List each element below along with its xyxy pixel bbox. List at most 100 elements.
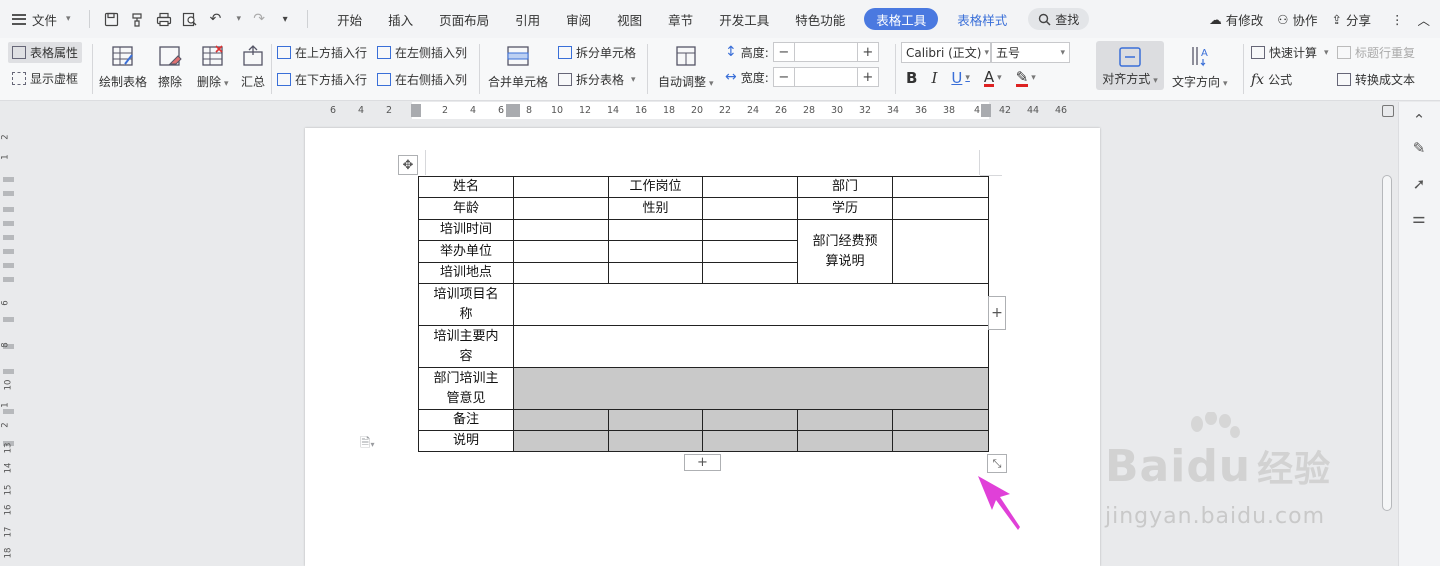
table-cell[interactable]: 说明	[418, 430, 514, 452]
table-cell[interactable]: 举办单位	[418, 240, 514, 263]
table-cell[interactable]: 部门经费预算说明	[797, 219, 893, 284]
table-move-handle[interactable]: ✥	[398, 155, 418, 175]
tab-page-layout[interactable]: 页面布局	[426, 0, 502, 38]
font-name-select[interactable]: Calibri (正文) ▾	[901, 42, 991, 63]
insert-below-button[interactable]: 在下方插入行	[277, 71, 367, 88]
table-cell[interactable]: 姓名	[418, 176, 514, 198]
table-cell[interactable]: 部门培训主管意见	[418, 367, 514, 410]
delete-button[interactable]: 删除 ▾	[197, 44, 229, 90]
print-preview-icon[interactable]	[182, 11, 198, 27]
tab-insert[interactable]: 插入	[375, 0, 426, 38]
table-cell-selected[interactable]	[892, 430, 989, 452]
table-cell[interactable]: 培训时间	[418, 219, 514, 241]
table-cell-selected[interactable]	[702, 430, 798, 452]
add-column-button[interactable]: +	[988, 296, 1006, 330]
table-cell-selected[interactable]	[892, 409, 989, 431]
height-increase-button[interactable]: +	[856, 42, 879, 62]
tab-home[interactable]: 开始	[324, 0, 375, 38]
erase-button[interactable]: 擦除	[158, 44, 182, 90]
repeat-header-button[interactable]: 标题行重复	[1337, 44, 1415, 61]
table-cell-selected[interactable]	[608, 430, 703, 452]
font-size-select[interactable]: 五号 ▾	[991, 42, 1070, 63]
table-cell-selected[interactable]	[797, 430, 893, 452]
table-cell[interactable]: 备注	[418, 409, 514, 431]
table-cell[interactable]	[513, 197, 609, 220]
split-table-button[interactable]: 拆分表格 ▾	[558, 71, 636, 88]
table-cell-selected[interactable]	[608, 409, 703, 431]
collapse-ribbon-icon[interactable]: ︿	[1417, 10, 1430, 29]
table-props-button[interactable]: 表格属性	[8, 42, 83, 63]
show-gridlines-button[interactable]: 显示虚框	[12, 70, 78, 87]
table-cell[interactable]	[702, 176, 798, 198]
table-cell[interactable]: 培训项目名称	[418, 283, 514, 326]
customize-toolbar-icon[interactable]: ▾	[277, 11, 293, 27]
redo-icon[interactable]: ↷	[251, 11, 267, 27]
table-cell[interactable]: 部门	[797, 176, 893, 198]
width-decrease-button[interactable]: −	[772, 67, 795, 87]
table-cell[interactable]	[702, 219, 798, 241]
table-cell[interactable]	[892, 176, 989, 198]
highlight-button[interactable]: ✎ ▾	[1015, 69, 1036, 87]
table-cell[interactable]	[608, 262, 703, 284]
table-cell[interactable]: 性别	[608, 197, 703, 220]
modified-button[interactable]: ☁ 有修改	[1209, 10, 1263, 29]
auto-fit-button[interactable]: 自动调整 ▾	[658, 44, 714, 90]
height-decrease-button[interactable]: −	[772, 42, 795, 62]
table-cell[interactable]	[608, 219, 703, 241]
ruler-right-margin-marker[interactable]	[981, 104, 991, 117]
height-input[interactable]	[794, 42, 857, 62]
file-menu[interactable]: 文件 ▾	[0, 0, 81, 38]
search-button[interactable]: 查找	[1028, 8, 1090, 30]
table-cell[interactable]: 年龄	[418, 197, 514, 220]
paragraph-icon[interactable]: 🗎▾	[360, 434, 374, 456]
draw-table-button[interactable]: 绘制表格	[99, 44, 147, 90]
table-cell[interactable]	[513, 176, 609, 198]
table-cell[interactable]	[513, 219, 609, 241]
quick-calc-button[interactable]: 快速计算 ▾	[1251, 44, 1329, 61]
settings-sliders-icon[interactable]: ⚌	[1409, 208, 1429, 228]
align-button[interactable]: 对齐方式 ▾	[1096, 41, 1164, 90]
to-text-button[interactable]: 转换成文本	[1337, 71, 1415, 88]
split-cells-button[interactable]: 拆分单元格	[558, 44, 636, 61]
table-cell[interactable]	[513, 325, 989, 368]
cursor-icon[interactable]: ➚	[1409, 174, 1429, 194]
tab-table-style[interactable]: 表格样式	[944, 0, 1020, 38]
table-cell[interactable]: 学历	[797, 197, 893, 220]
scrollbar-thumb[interactable]	[1382, 175, 1392, 511]
merge-cells-button[interactable]: 合并单元格	[488, 44, 548, 90]
insert-right-button[interactable]: 在右侧插入列	[377, 71, 467, 88]
text-direction-button[interactable]: A 文字方向 ▾	[1172, 44, 1228, 90]
save-icon[interactable]	[104, 11, 120, 27]
table-cell[interactable]	[702, 262, 798, 284]
insert-above-button[interactable]: 在上方插入行	[277, 44, 367, 61]
share-button[interactable]: ⇪ 分享	[1331, 10, 1371, 29]
tab-view[interactable]: 视图	[604, 0, 655, 38]
collab-button[interactable]: ⚇ 协作	[1277, 10, 1317, 29]
summary-button[interactable]: 汇总	[241, 44, 265, 90]
width-increase-button[interactable]: +	[856, 67, 879, 87]
table-cell-selected[interactable]	[513, 430, 609, 452]
table-cell-selected[interactable]	[702, 409, 798, 431]
format-painter-icon[interactable]	[130, 11, 146, 27]
table-cell-selected[interactable]	[513, 409, 609, 431]
width-input[interactable]	[794, 67, 857, 87]
table-cell[interactable]	[892, 219, 989, 284]
table-cell[interactable]: 培训主要内容	[418, 325, 514, 368]
tab-developer[interactable]: 开发工具	[706, 0, 782, 38]
table-cell[interactable]	[892, 197, 989, 220]
table-cell-selected[interactable]	[513, 367, 989, 410]
tab-section[interactable]: 章节	[655, 0, 706, 38]
table-cell[interactable]: 工作岗位	[608, 176, 703, 198]
more-icon[interactable]: ⋮	[1391, 12, 1404, 27]
vertical-scrollbar[interactable]	[1380, 119, 1394, 566]
collapse-panel-icon[interactable]: ⌃	[1409, 110, 1429, 130]
chevron-down-icon[interactable]: ▾	[237, 14, 242, 24]
table-cell[interactable]	[608, 240, 703, 263]
pen-icon[interactable]: ✎	[1409, 138, 1429, 158]
add-row-button[interactable]: +	[684, 454, 721, 471]
insert-left-button[interactable]: 在左侧插入列	[377, 44, 467, 61]
formula-button[interactable]: fx 公式	[1251, 71, 1292, 88]
table-cell[interactable]: 培训地点	[418, 262, 514, 284]
print-icon[interactable]	[156, 11, 172, 27]
ruler-left-margin-marker[interactable]	[411, 104, 421, 117]
